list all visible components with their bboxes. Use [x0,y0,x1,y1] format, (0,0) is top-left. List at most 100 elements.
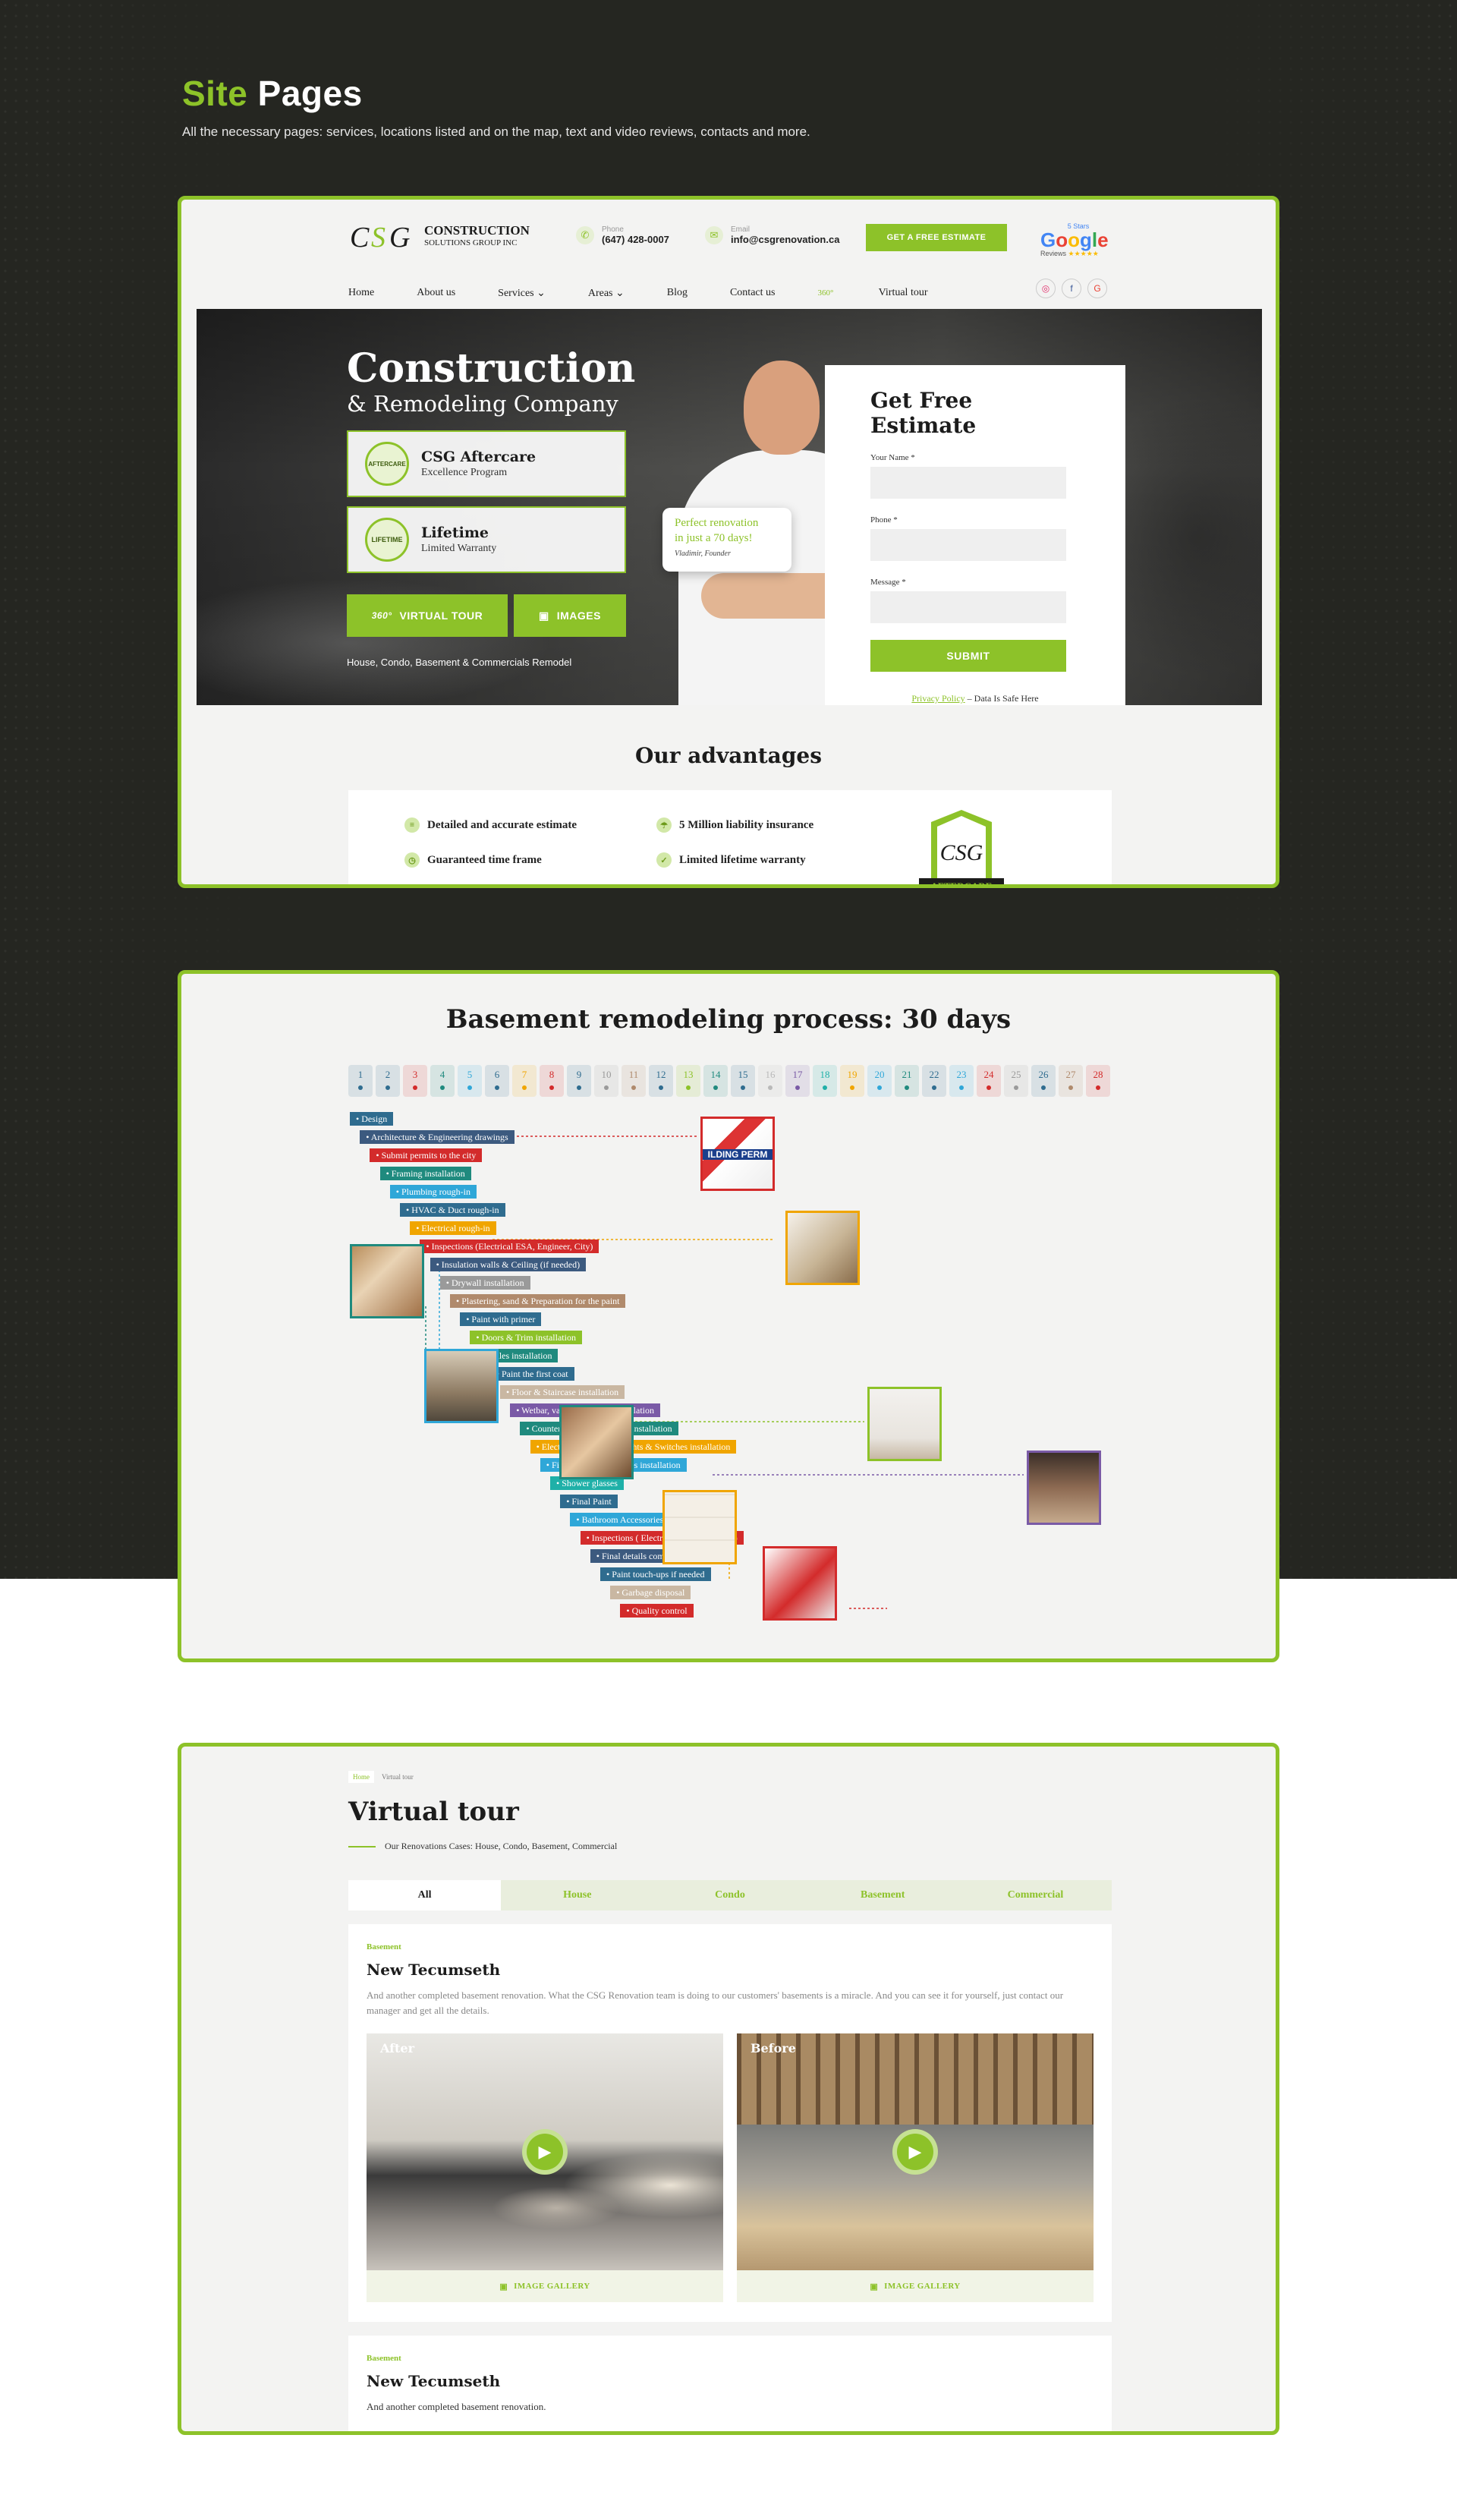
advantage-item: ◷ Guaranteed time frame [404,852,542,868]
google-reviews-badge[interactable]: 5 Stars Google Reviews ★★★★★ [1040,222,1116,258]
nav-services[interactable]: Services ⌄ [498,287,546,300]
nav-areas[interactable]: Areas ⌄ [588,287,625,300]
nav-about[interactable]: About us [417,287,455,299]
nav-home[interactable]: Home [348,287,374,299]
process-task: • Floor & Staircase installation [500,1385,625,1399]
before-label: Before [751,2041,796,2055]
process-task: • Submit permits to the city [370,1148,483,1162]
lifetime-seal-icon: LIFETIME [365,518,409,562]
form-title: Get Free Estimate [870,388,977,438]
process-task: • Plumbing rough-in [389,1185,477,1199]
outlets-photo [662,1490,737,1564]
play-icon[interactable]: ▶ [892,2129,938,2175]
framing-photo [350,1244,424,1318]
quote-author: Vladimir, Founder [675,550,731,558]
aftercare-badge-card: AFTERCARE CSG Aftercare Excellence Progra… [347,430,626,497]
category-tabs: All House Condo Basement Commercial [348,1880,1112,1910]
process-task: • Inspections (Electrical ESA, Engineer,… [420,1240,599,1253]
image-gallery-button[interactable]: ▣ IMAGE GALLERY [737,2270,1094,2302]
svg-text:C: C [350,222,370,254]
tiles-photo [559,1405,634,1479]
process-task: • Framing installation [379,1167,471,1180]
gallery-icon: ▣ [499,2282,508,2292]
privacy-note: Privacy Policy – Data Is Safe Here [911,693,1039,704]
message-input[interactable] [870,591,1066,623]
mail-icon: ✉ [705,226,723,244]
aftercare-shield-icon: AFTERCARE [365,442,409,486]
logo[interactable]: C S G CONSTRUCTION SOLUTIONS GROUP INC [348,219,530,254]
advantages-title: Our advantages [635,743,822,768]
advantage-item: ✓ Limited lifetime warranty [656,852,806,868]
gallery-icon: ▣ [870,2282,879,2292]
social-links: ◎ f G [1036,279,1107,298]
instagram-icon[interactable]: ◎ [1036,279,1056,298]
gallery-icon: ▣ [539,609,549,622]
process-task: • Paint touch-ups if needed [600,1567,711,1581]
process-task: • Plastering, sand & Preparation for the… [450,1294,626,1308]
plumbing-photo [424,1349,499,1423]
image-gallery-button[interactable]: ▣ IMAGE GALLERY [367,2270,723,2302]
warranty-badge-card: LIFETIME Lifetime Limited Warranty [347,506,626,573]
free-estimate-button[interactable]: GET A FREE ESTIMATE [866,224,1007,251]
quote-line1: Perfect renovation [675,517,759,529]
quote-line2: in just a 70 days! [675,532,753,544]
name-input[interactable] [870,467,1066,499]
virtual-tour-button[interactable]: 360° VIRTUAL TOUR [347,594,508,637]
facebook-icon[interactable]: f [1062,279,1081,298]
phone-contact[interactable]: ✆ Phone (647) 428-0007 [576,225,669,245]
message-label: Message * [870,578,906,587]
nav-virtual-tour[interactable]: 360° Virtual tour [817,287,970,299]
tab-house[interactable]: House [501,1880,653,1910]
process-task: • Architecture & Engineering drawings [360,1130,515,1144]
tab-commercial[interactable]: Commercial [959,1880,1112,1910]
hero-title: Construction [347,345,636,392]
hero-note: House, Condo, Basement & Commercials Rem… [347,657,572,668]
email-contact[interactable]: ✉ Email info@csgrenovation.ca [705,225,839,245]
founder-quote-bubble: Perfect renovation in just a 70 days! Vl… [662,508,791,572]
images-button[interactable]: ▣ IMAGES [514,594,626,637]
svg-text:AFTERCARE: AFTERCARE [931,880,993,888]
title-rest: Pages [247,74,363,113]
csg-logo-icon: C S G [350,222,410,254]
google-icon[interactable]: G [1087,279,1107,298]
logo-line2: SOLUTIONS GROUP INC [424,238,518,247]
name-label: Your Name * [870,453,915,462]
estimate-form: Get Free Estimate Your Name * Phone * Me… [825,365,1125,705]
nav-contact[interactable]: Contact us [730,287,776,299]
advantage-item: ☂ 5 Million liability insurance [656,817,813,833]
hero-section: Construction & Remodeling Company AFTERC… [197,309,1262,705]
process-task: • Paint the first coat [489,1367,574,1381]
breadcrumb: Home Virtual tour [348,1771,414,1783]
section-title: Site Pages [182,73,810,114]
phone-value: (647) 428-0007 [602,234,669,245]
star-rating: ★★★★★ [1068,250,1099,257]
play-icon[interactable]: ▶ [522,2129,568,2175]
case-description: And another completed basement renovatio… [367,1989,1064,2016]
hero-subtitle: & Remodeling Company [347,391,618,417]
nav-blog[interactable]: Blog [667,287,688,299]
page-subtitle: Our Renovations Cases: House, Condo, Bas… [348,1841,617,1852]
home-page-preview: C S G CONSTRUCTION SOLUTIONS GROUP INC ✆… [178,196,1279,888]
after-tour-image[interactable]: After ▶ [367,2033,723,2270]
doors-photo [867,1387,942,1461]
case-description: And another completed basement renovatio… [367,2401,546,2412]
quality-control-photo [763,1546,837,1621]
umbrella-icon: ☂ [656,817,672,833]
privacy-policy-link[interactable]: Privacy Policy [911,693,965,704]
svg-text:G: G [389,222,410,254]
process-task: • Insulation walls & Ceiling (if needed) [430,1258,587,1271]
process-task: • Garbage disposal [610,1586,691,1599]
tab-condo[interactable]: Condo [653,1880,806,1910]
logo-line1: CONSTRUCTION [424,223,530,238]
submit-button[interactable]: SUBMIT [870,640,1066,672]
process-task: • Paint with primer [460,1312,542,1326]
phone-input[interactable] [870,529,1066,561]
case-card: Basement New Tecumseth And another compl… [348,1924,1112,2322]
case-name: New Tecumseth [367,2372,501,2390]
tab-all[interactable]: All [348,1880,502,1910]
process-task: • Drywall installation [439,1276,530,1290]
before-tour-image[interactable]: Before ▶ [737,2033,1094,2270]
tab-basement[interactable]: Basement [807,1880,959,1910]
main-nav: Home About us Services ⌄ Areas ⌄ Blog Co… [348,282,1112,304]
breadcrumb-home[interactable]: Home [348,1771,374,1783]
